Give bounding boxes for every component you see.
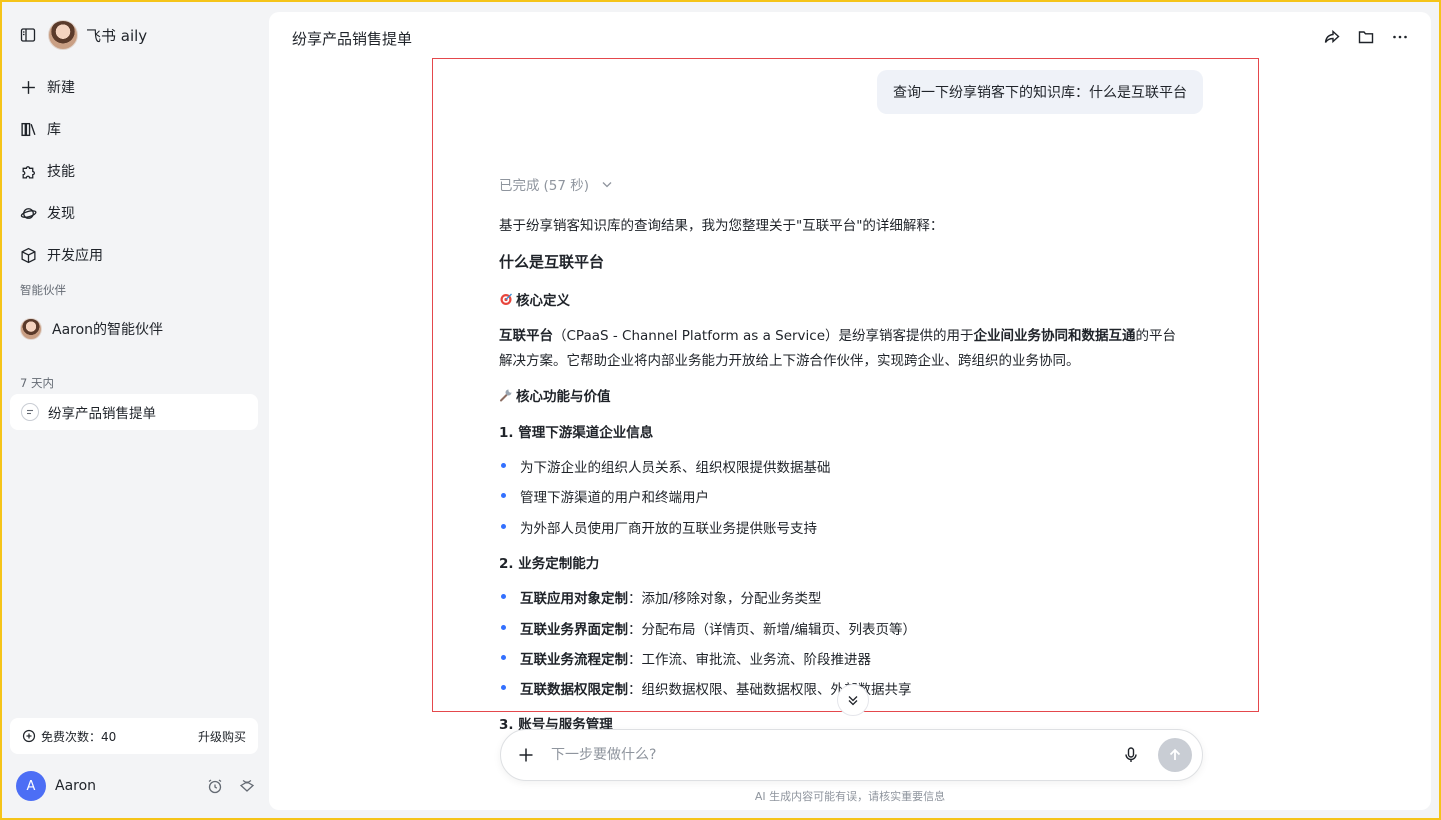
answer-heading-core-def: 核心定义 — [499, 289, 570, 309]
scroll-to-bottom-button[interactable] — [837, 684, 869, 716]
alarm-clock-icon[interactable] — [206, 777, 224, 795]
list-item: 为下游企业的组织人员关系、组织权限提供数据基础 — [499, 456, 831, 476]
status-duration: (57 秒) — [543, 178, 590, 194]
gift-icon[interactable] — [238, 777, 256, 795]
nav-item-label: 发现 — [47, 206, 75, 222]
partner-item[interactable]: Aaron的智能伙伴 — [20, 316, 163, 342]
heading-text: 核心定义 — [516, 293, 570, 309]
definition-bold: 企业间业务协同和数据互通 — [973, 328, 1136, 344]
attach-plus-icon[interactable] — [517, 746, 535, 764]
definition-paren: （CPaaS - Channel Platform as a Service）是… — [553, 328, 974, 344]
definition-line-1: 互联平台（CPaaS - Channel Platform as a Servi… — [499, 324, 1176, 344]
list-item: 管理下游渠道的用户和终端用户 — [499, 486, 709, 506]
folder-icon[interactable] — [1357, 28, 1375, 46]
list-item-desc: ：工作流、审批流、业务流、阶段推进器 — [628, 652, 871, 668]
sidebar-nav: 新建 库 技能 发现 开发应用 — [20, 66, 260, 276]
message-input[interactable] — [551, 747, 1122, 763]
nav-item-library[interactable]: 库 — [20, 108, 260, 150]
list-item-term: 互联数据权限定制 — [520, 682, 628, 698]
partner-avatar — [20, 318, 42, 340]
microphone-icon[interactable] — [1122, 746, 1140, 764]
nav-item-label: 开发应用 — [47, 248, 103, 264]
quota-bar: 免费次数：40 升级购买 — [10, 718, 258, 754]
nav-item-skills[interactable]: 技能 — [20, 150, 260, 192]
user-profile: A Aaron — [16, 770, 256, 802]
library-icon — [21, 122, 36, 136]
cube-icon — [21, 247, 36, 263]
recent-chat-label: 纷享产品销售提单 — [48, 406, 156, 422]
more-icon[interactable] — [1391, 28, 1409, 46]
add-circle-icon — [22, 729, 36, 743]
definition-term: 互联平台 — [499, 328, 553, 344]
definition-tail: 的平台 — [1135, 328, 1177, 344]
list-item-desc: ：组织数据权限、基础数据权限、外部数据共享 — [628, 682, 912, 698]
share-icon[interactable] — [1323, 28, 1341, 46]
section-2-title: 2. 业务定制能力 — [499, 556, 600, 572]
nav-item-dev-apps[interactable]: 开发应用 — [20, 234, 260, 276]
user-name: Aaron — [55, 778, 97, 794]
upgrade-button[interactable]: 升级购买 — [198, 728, 246, 745]
reasoning-status-toggle[interactable]: 已完成 (57 秒) — [499, 174, 613, 194]
list-item: 互联应用对象定制：添加/移除对象，分配业务类型 — [499, 587, 822, 607]
recent-section-label: 7 天内 — [20, 376, 54, 390]
answer-intro: 基于纷享销客知识库的查询结果，我为您整理关于"互联平台"的详细解释： — [499, 218, 944, 234]
send-button[interactable] — [1158, 738, 1192, 772]
plus-icon — [22, 80, 35, 94]
nav-item-new[interactable]: 新建 — [20, 66, 260, 108]
ai-disclaimer: AI 生成内容可能有误，请核实重要信息 — [754, 790, 946, 803]
partner-name: Aaron的智能伙伴 — [52, 322, 164, 338]
app-window: 飞书 aily 新建 库 技能 发现 开发应用 智能伙伴 Aaron的智能伙伴 … — [2, 2, 1439, 818]
top-actions — [1307, 28, 1409, 46]
puzzle-icon — [22, 165, 35, 179]
definition-line-2: 解决方案。它帮助企业将内部业务能力开放给上下游合作伙伴，实现跨企业、跨组织的业务… — [499, 353, 1080, 369]
answer-heading-what: 什么是互联平台 — [499, 253, 605, 271]
list-item: 为外部人员使用厂商开放的互联业务提供账号支持 — [499, 517, 817, 537]
arrow-up-icon — [1169, 748, 1181, 760]
list-item: 互联业务流程定制：工作流、审批流、业务流、阶段推进器 — [499, 648, 871, 668]
user-avatar[interactable]: A — [16, 771, 46, 801]
list-item-desc: ：添加/移除对象，分配业务类型 — [628, 591, 822, 607]
message-composer — [500, 729, 1203, 781]
nav-item-label: 技能 — [47, 164, 75, 180]
brand-name: 飞书 aily — [86, 26, 148, 45]
chat-doc-icon — [21, 403, 39, 421]
list-item-term: 互联业务流程定制 — [520, 652, 628, 668]
list-item-term: 互联业务界面定制 — [520, 622, 628, 638]
target-icon — [500, 293, 512, 305]
status-text: 已完成 — [499, 178, 540, 194]
list-item-term: 互联应用对象定制 — [520, 591, 628, 607]
wrench-icon — [500, 389, 512, 402]
main-panel: 纷享产品销售提单 查询一下纷享销客下的知识库：什么是互联平台 已完成 (57 秒… — [269, 12, 1431, 810]
partners-section-label: 智能伙伴 — [20, 283, 66, 297]
brand: 飞书 aily — [20, 20, 147, 50]
heading-text: 核心功能与价值 — [516, 389, 611, 405]
sidebar-toggle-icon[interactable] — [20, 27, 36, 43]
nav-item-label: 新建 — [47, 80, 75, 96]
double-chevron-down-icon — [848, 696, 858, 706]
nav-item-label: 库 — [47, 122, 61, 138]
sidebar: 飞书 aily 新建 库 技能 发现 开发应用 智能伙伴 Aaron的智能伙伴 … — [2, 2, 268, 818]
answer-heading-features: 核心功能与价值 — [499, 385, 611, 405]
page-title: 纷享产品销售提单 — [292, 30, 413, 48]
section-1-title: 1. 管理下游渠道企业信息 — [499, 425, 654, 441]
list-item: 互联业务界面定制：分配布局（详情页、新增/编辑页、列表页等） — [499, 618, 916, 638]
chevron-down-icon — [602, 182, 612, 188]
recent-chat-item[interactable]: 纷享产品销售提单 — [10, 394, 258, 430]
user-message-bubble: 查询一下纷享销客下的知识库：什么是互联平台 — [877, 70, 1203, 114]
nav-item-discover[interactable]: 发现 — [20, 192, 260, 234]
brand-avatar — [48, 20, 78, 50]
planet-icon — [20, 207, 37, 219]
list-item-desc: ：分配布局（详情页、新增/编辑页、列表页等） — [628, 622, 917, 638]
quota-info: 免费次数：40 — [22, 728, 116, 745]
quota-label: 免费次数：40 — [41, 729, 117, 744]
